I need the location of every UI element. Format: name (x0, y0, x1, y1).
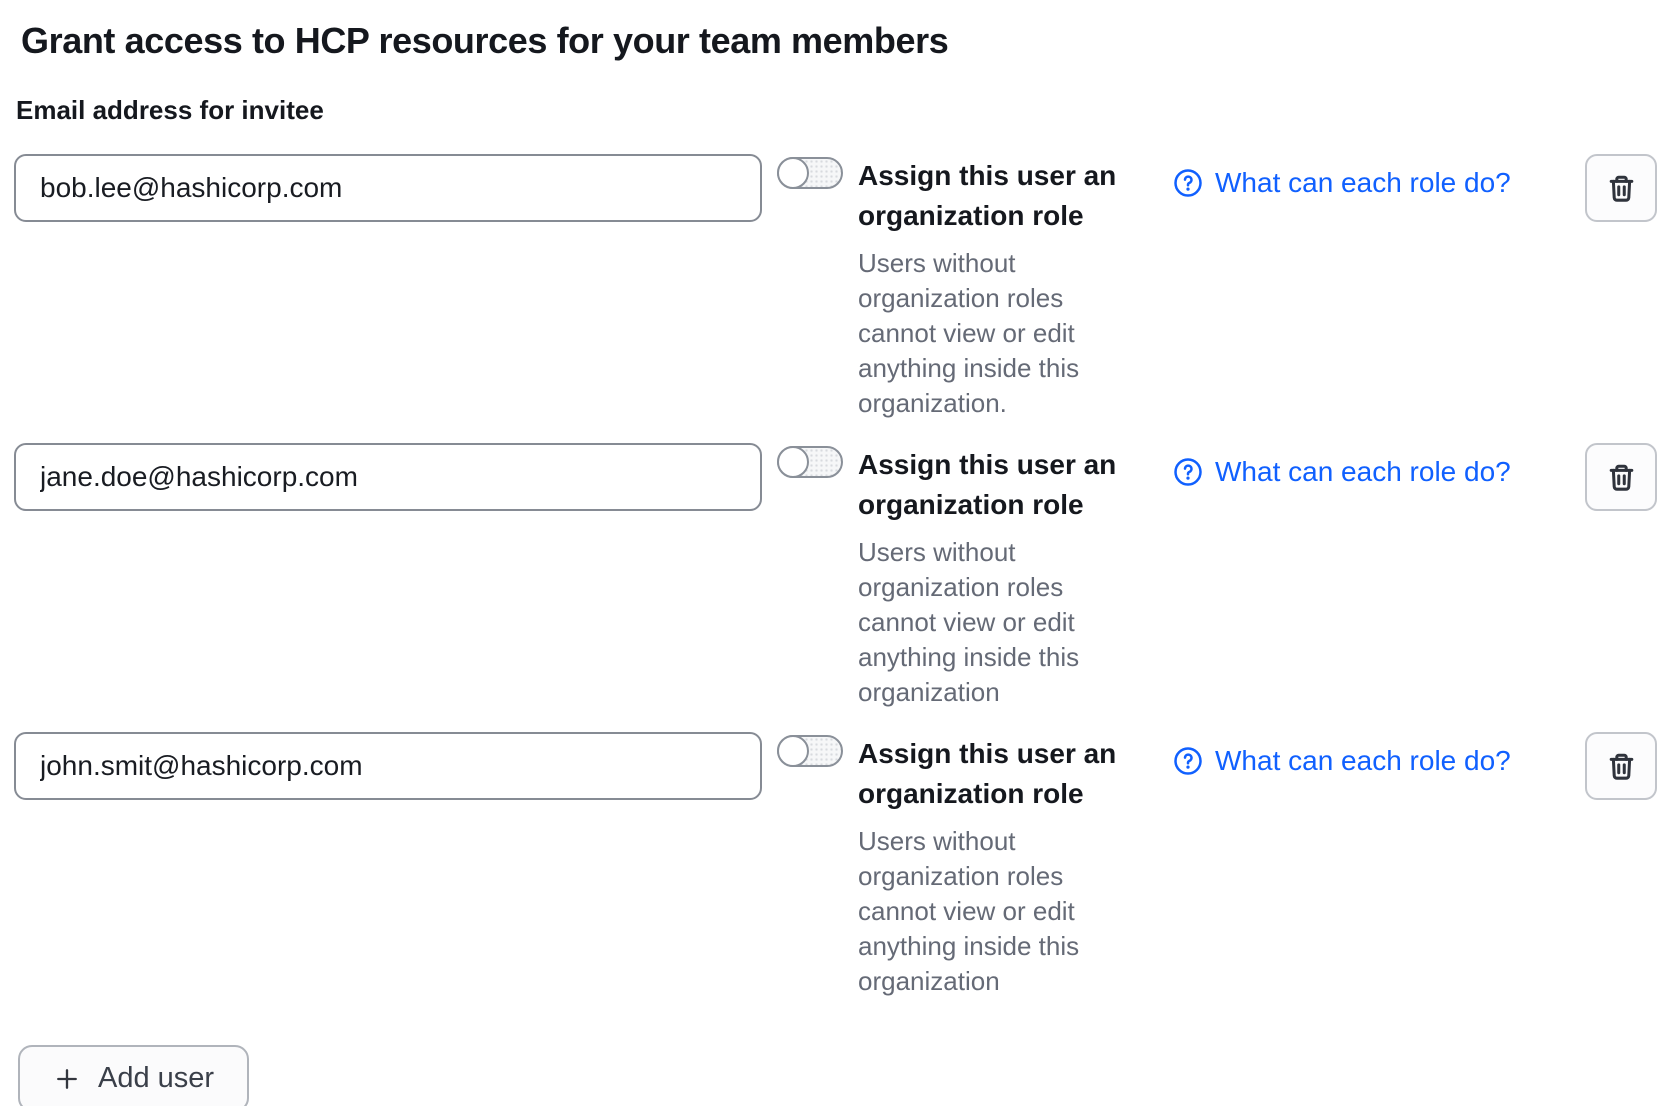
add-user-button[interactable]: Add user (18, 1045, 249, 1106)
role-text-column: Assign this user an organization role Us… (858, 154, 1138, 421)
email-address-label: Email address for invitee (16, 95, 1657, 126)
toggle-knob (777, 735, 809, 767)
org-role-toggle[interactable] (777, 735, 843, 767)
role-helper-text: Users without organization roles cannot … (858, 535, 1118, 710)
page-title: Grant access to HCP resources for your t… (21, 18, 1657, 64)
trash-icon (1605, 750, 1638, 783)
role-docs-link-label: What can each role do? (1215, 745, 1511, 777)
question-circle-icon (1173, 746, 1203, 776)
role-helper-text: Users without organization roles cannot … (858, 246, 1118, 421)
org-role-toggle[interactable] (777, 157, 843, 189)
role-text-column: Assign this user an organization role Us… (858, 732, 1138, 999)
add-user-button-label: Add user (98, 1062, 214, 1095)
trash-icon (1605, 461, 1638, 494)
invite-row: Assign this user an organization role Us… (14, 732, 1657, 999)
delete-row-button[interactable] (1585, 443, 1657, 511)
assign-role-label: Assign this user an organization role (858, 445, 1138, 525)
org-role-toggle[interactable] (777, 446, 843, 478)
toggle-knob (777, 157, 809, 189)
assign-role-label: Assign this user an organization role (858, 734, 1138, 814)
toggle-cell (762, 732, 858, 767)
question-circle-icon (1173, 168, 1203, 198)
role-docs-link[interactable]: What can each role do? (1173, 167, 1511, 199)
invitee-email-input[interactable] (14, 443, 762, 511)
role-docs-link-label: What can each role do? (1215, 167, 1511, 199)
role-docs-link-label: What can each role do? (1215, 456, 1511, 488)
delete-row-button[interactable] (1585, 732, 1657, 800)
role-helper-text: Users without organization roles cannot … (858, 824, 1118, 999)
invite-row: Assign this user an organization role Us… (14, 443, 1657, 710)
invite-row: Assign this user an organization role Us… (14, 154, 1657, 421)
role-docs-link[interactable]: What can each role do? (1173, 456, 1511, 488)
toggle-cell (762, 443, 858, 478)
link-column: What can each role do? (1138, 154, 1585, 203)
delete-row-button[interactable] (1585, 154, 1657, 222)
toggle-knob (777, 446, 809, 478)
trash-icon (1605, 172, 1638, 205)
invitee-email-input[interactable] (14, 732, 762, 800)
role-text-column: Assign this user an organization role Us… (858, 443, 1138, 710)
invitee-email-input[interactable] (14, 154, 762, 222)
link-column: What can each role do? (1138, 443, 1585, 492)
assign-role-label: Assign this user an organization role (858, 156, 1138, 236)
question-circle-icon (1173, 457, 1203, 487)
role-docs-link[interactable]: What can each role do? (1173, 745, 1511, 777)
grant-access-form: Grant access to HCP resources for your t… (0, 0, 1672, 1106)
plus-icon (53, 1065, 81, 1093)
toggle-cell (762, 154, 858, 189)
link-column: What can each role do? (1138, 732, 1585, 781)
